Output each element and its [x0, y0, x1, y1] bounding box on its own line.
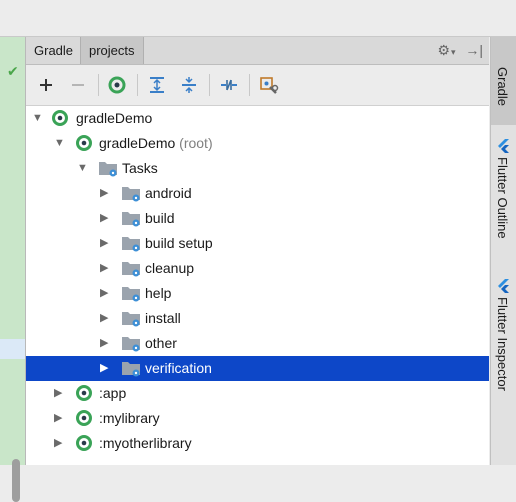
tree-node-module[interactable]: ▶ :app: [26, 381, 489, 406]
sidebar-tab-flutter-inspector[interactable]: Flutter Inspector: [491, 273, 516, 433]
tree-node-label: build setup: [145, 235, 213, 251]
toolbar-separator: [209, 74, 210, 96]
root-suffix: (root): [179, 135, 213, 151]
minus-icon: [72, 84, 84, 86]
tree-node-label: :mylibrary: [99, 410, 160, 426]
toggle-offline-button[interactable]: [217, 73, 241, 97]
remove-button[interactable]: [66, 73, 90, 97]
gradle-settings-button[interactable]: [257, 73, 281, 97]
checkmark-icon: ✔: [7, 63, 19, 79]
gradle-module-icon: [76, 435, 92, 451]
tree-node-label: Tasks: [122, 160, 158, 176]
tree-node-label: install: [145, 310, 181, 326]
tree-node-task-group[interactable]: ▶ android: [26, 181, 489, 206]
gradle-module-icon: [76, 385, 92, 401]
tree-node-root[interactable]: ▼ gradleDemo: [26, 106, 489, 131]
sidebar-tab-label: Flutter Outline: [495, 157, 510, 239]
plus-icon: [40, 79, 52, 91]
tree-node-label: gradleDemo: [99, 135, 176, 151]
gear-icon[interactable]: ⚙: [437, 37, 450, 64]
tree-node-label: verification: [145, 360, 212, 376]
flutter-icon: [498, 139, 509, 153]
gradle-refresh-icon: [108, 76, 126, 94]
hide-icon[interactable]: →|: [465, 37, 483, 64]
tree-node-label: cleanup: [145, 260, 195, 276]
tab-projects[interactable]: projects: [80, 37, 144, 64]
sidebar-tab-gradle[interactable]: Gradle: [491, 37, 516, 125]
collapsed-arrow-icon[interactable]: ▶: [54, 438, 64, 449]
collapse-all-icon: [182, 77, 196, 93]
tree-node-module[interactable]: ▶ :mylibrary: [26, 406, 489, 431]
wrench-icon: [260, 77, 279, 94]
flutter-icon: [498, 279, 509, 293]
sidebar-tab-flutter-outline[interactable]: Flutter Outline: [491, 133, 516, 283]
tree-node-label: build: [145, 210, 175, 226]
task-folder-icon: [122, 262, 140, 277]
tree-node-task-group[interactable]: ▶ build: [26, 206, 489, 231]
tree-node-label: :app: [99, 385, 127, 401]
task-folder-icon: [122, 237, 140, 252]
tree-node-task-group[interactable]: ▶ install: [26, 306, 489, 331]
toolbar-separator: [249, 74, 250, 96]
add-button[interactable]: [34, 73, 58, 97]
gradle-project-icon: [52, 110, 68, 126]
tree-node-label: help: [145, 285, 172, 301]
task-folder-icon: [122, 187, 140, 202]
task-folder-icon: [122, 287, 140, 302]
expanded-arrow-icon[interactable]: ▼: [32, 113, 43, 124]
tree-node-root-project[interactable]: ▼ gradleDemo (root): [26, 131, 489, 156]
sidebar-tab-label: Gradle: [495, 67, 510, 107]
tool-window-actions: ⚙▾ →|: [431, 37, 483, 64]
gradle-toolbar: [26, 65, 489, 106]
gradle-project-tree: ▼ gradleDemo ▼ gradleDemo (root) ▼ Tasks…: [26, 106, 489, 465]
gradle-tool-window: Gradle projects ⚙▾ →| ▼ gradleDemo ▼ gra…: [26, 37, 489, 465]
link-icon: [221, 79, 237, 91]
collapsed-arrow-icon[interactable]: ▶: [100, 313, 110, 324]
tool-window-tabbar: Gradle projects ⚙▾ →|: [26, 37, 489, 65]
collapsed-arrow-icon[interactable]: ▶: [100, 288, 110, 299]
tree-node-task-group-selected[interactable]: ▶ verification: [26, 356, 489, 381]
task-folder-icon: [122, 337, 140, 352]
expand-all-icon: [150, 77, 164, 93]
gutter-highlight: [0, 339, 25, 359]
tree-node-task-group[interactable]: ▶ build setup: [26, 231, 489, 256]
tree-node-module[interactable]: ▶ :myotherlibrary: [26, 431, 489, 456]
collapsed-arrow-icon[interactable]: ▶: [100, 188, 110, 199]
collapsed-arrow-icon[interactable]: ▶: [54, 388, 64, 399]
gradle-module-icon: [76, 135, 92, 151]
tree-node-label: gradleDemo: [76, 110, 153, 126]
editor-top-strip: [0, 0, 516, 37]
task-folder-icon: [99, 162, 117, 177]
right-tool-window-bar: Gradle Flutter Outline Flutter Inspector: [490, 37, 516, 465]
collapsed-arrow-icon[interactable]: ▶: [54, 413, 64, 424]
task-folder-icon: [122, 362, 140, 377]
refresh-button[interactable]: [105, 73, 129, 97]
tree-node-tasks[interactable]: ▼ Tasks: [26, 156, 489, 181]
task-folder-icon: [122, 212, 140, 227]
collapsed-arrow-icon[interactable]: ▶: [100, 338, 110, 349]
tree-node-task-group[interactable]: ▶ other: [26, 331, 489, 356]
gradle-module-icon: [76, 410, 92, 426]
expanded-arrow-icon[interactable]: ▼: [77, 163, 88, 174]
tab-gradle[interactable]: Gradle: [26, 37, 76, 64]
collapsed-arrow-icon[interactable]: ▶: [100, 238, 110, 249]
chevron-down-icon[interactable]: ▾: [451, 39, 456, 66]
tree-node-task-group[interactable]: ▶ cleanup: [26, 256, 489, 281]
toolbar-separator: [98, 74, 99, 96]
editor-gutter: ✔: [0, 37, 26, 502]
tree-node-label: other: [145, 335, 177, 351]
scrollbar-thumb[interactable]: [12, 459, 20, 502]
collapsed-arrow-icon[interactable]: ▶: [100, 363, 110, 374]
tree-node-task-group[interactable]: ▶ help: [26, 281, 489, 306]
toolbar-separator: [137, 74, 138, 96]
expand-all-button[interactable]: [145, 73, 169, 97]
collapsed-arrow-icon[interactable]: ▶: [100, 263, 110, 274]
sidebar-tab-label: Flutter Inspector: [495, 297, 510, 391]
collapse-all-button[interactable]: [177, 73, 201, 97]
task-folder-icon: [122, 312, 140, 327]
expanded-arrow-icon[interactable]: ▼: [54, 138, 65, 149]
collapsed-arrow-icon[interactable]: ▶: [100, 213, 110, 224]
tree-node-label: :myotherlibrary: [99, 435, 192, 451]
tree-node-label: android: [145, 185, 192, 201]
